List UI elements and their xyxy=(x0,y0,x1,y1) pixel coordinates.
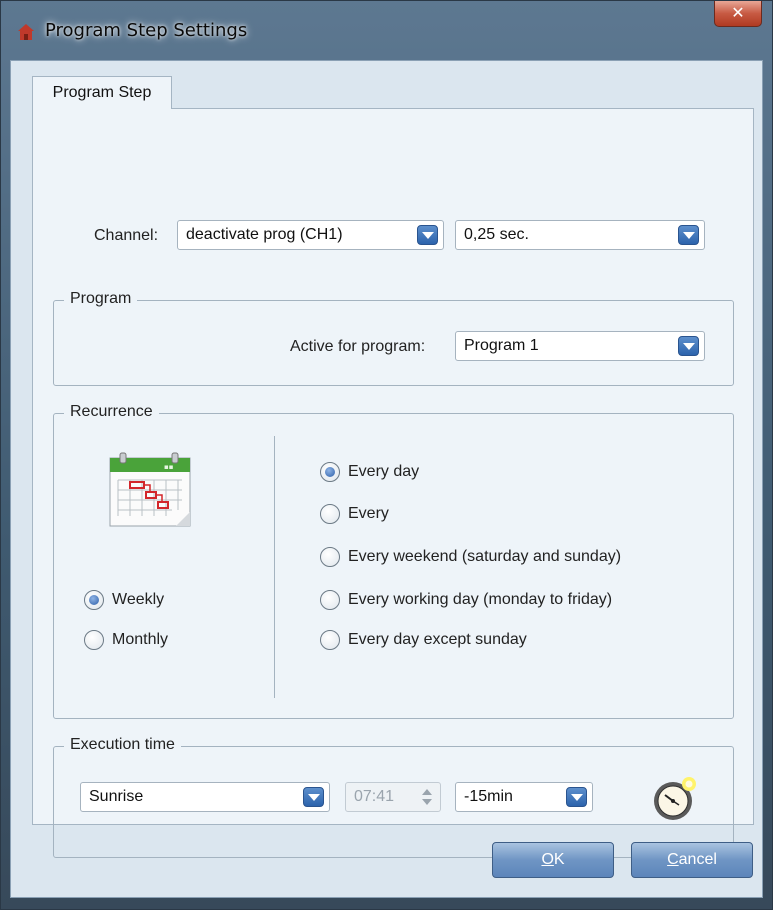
radio-circle[interactable] xyxy=(320,504,340,524)
radio-circle[interactable] xyxy=(320,590,340,610)
radio-label: Every weekend (saturday and sunday) xyxy=(348,548,622,565)
channel-label: Channel: xyxy=(94,227,159,244)
ok-button[interactable]: OK xyxy=(492,842,614,878)
duration-value: 0,25 sec. xyxy=(464,226,529,243)
radio-weekly[interactable]: Weekly xyxy=(84,590,164,610)
offset-value: -15min xyxy=(464,788,513,805)
cancel-button[interactable]: Cancel xyxy=(631,842,753,878)
svg-text:▪▪: ▪▪ xyxy=(164,463,174,471)
radio-circle[interactable] xyxy=(320,462,340,482)
radio-circle[interactable] xyxy=(320,547,340,567)
channel-dropdown[interactable]: deactivate prog (CH1) xyxy=(177,220,444,250)
radio-label: Monthly xyxy=(112,631,169,648)
radio-label: Every xyxy=(348,505,389,522)
title-bar[interactable]: Program Step Settings ✕ xyxy=(1,1,772,61)
radio-circle[interactable] xyxy=(320,630,340,650)
execution-mode-value: Sunrise xyxy=(89,788,144,805)
program-value: Program 1 xyxy=(464,337,539,354)
execution-mode-dropdown[interactable]: Sunrise xyxy=(80,782,330,812)
recurrence-group-title: Recurrence xyxy=(64,403,159,421)
chevron-down-icon[interactable] xyxy=(417,225,438,245)
calendar-icon: ▪▪ xyxy=(109,452,191,527)
recurrence-groupbox: Recurrence ▪▪ Weekly Monthly Every day E… xyxy=(53,403,734,719)
time-spinner[interactable]: 07:41 xyxy=(345,782,441,812)
radio-monthly[interactable]: Monthly xyxy=(84,630,168,650)
chevron-down-icon[interactable] xyxy=(566,787,587,807)
execution-time-group-title: Execution time xyxy=(64,736,181,754)
program-dropdown[interactable]: Program 1 xyxy=(455,331,705,361)
radio-label: Every day except sunday xyxy=(348,631,527,648)
radio-every-weekend[interactable]: Every weekend (saturday and sunday) xyxy=(320,547,621,567)
duration-dropdown[interactable]: 0,25 sec. xyxy=(455,220,705,250)
radio-every-day[interactable]: Every day xyxy=(320,462,419,482)
radio-circle[interactable] xyxy=(84,630,104,650)
cancel-label: ancel xyxy=(678,851,717,868)
close-icon: ✕ xyxy=(731,3,745,22)
active-for-program-label: Active for program: xyxy=(290,338,426,355)
radio-every[interactable]: Every xyxy=(320,504,389,524)
chevron-down-icon[interactable] xyxy=(678,336,699,356)
radio-label: Every working day (monday to friday) xyxy=(348,591,613,608)
program-groupbox: Program Active for program: Program 1 xyxy=(53,290,734,386)
window-title: Program Step Settings xyxy=(45,20,248,41)
radio-label: Weekly xyxy=(112,591,165,608)
radio-circle[interactable] xyxy=(84,590,104,610)
close-button[interactable]: ✕ xyxy=(714,1,762,27)
tab-panel-program-step: Channel: deactivate prog (CH1) 0,25 sec.… xyxy=(32,108,754,858)
channel-value: deactivate prog (CH1) xyxy=(186,226,343,243)
spin-up-icon[interactable] xyxy=(422,789,432,795)
spin-down-icon[interactable] xyxy=(422,799,432,805)
execution-time-groupbox: Execution time Sunrise 07:41 -15min xyxy=(53,736,734,858)
radio-every-day-except-sunday[interactable]: Every day except sunday xyxy=(320,630,527,650)
ok-mnemonic: O xyxy=(541,851,554,868)
tab-program-step[interactable]: Program Step xyxy=(32,76,172,109)
program-group-title: Program xyxy=(64,290,138,308)
time-value: 07:41 xyxy=(354,788,395,805)
vertical-separator xyxy=(274,436,275,698)
cancel-mnemonic: C xyxy=(667,851,679,868)
radio-label: Every day xyxy=(348,463,420,480)
dialog-client-area: Program Step Channel: deactivate prog (C… xyxy=(10,60,763,898)
home-icon xyxy=(18,24,34,40)
clock-icon[interactable] xyxy=(651,775,699,823)
chevron-down-icon[interactable] xyxy=(678,225,699,245)
radio-every-working-day[interactable]: Every working day (monday to friday) xyxy=(320,590,612,610)
dialog-window: Program Step Settings ✕ Program Step Cha… xyxy=(0,0,773,910)
ok-label: K xyxy=(553,851,565,868)
chevron-down-icon[interactable] xyxy=(303,787,324,807)
offset-dropdown[interactable]: -15min xyxy=(455,782,593,812)
